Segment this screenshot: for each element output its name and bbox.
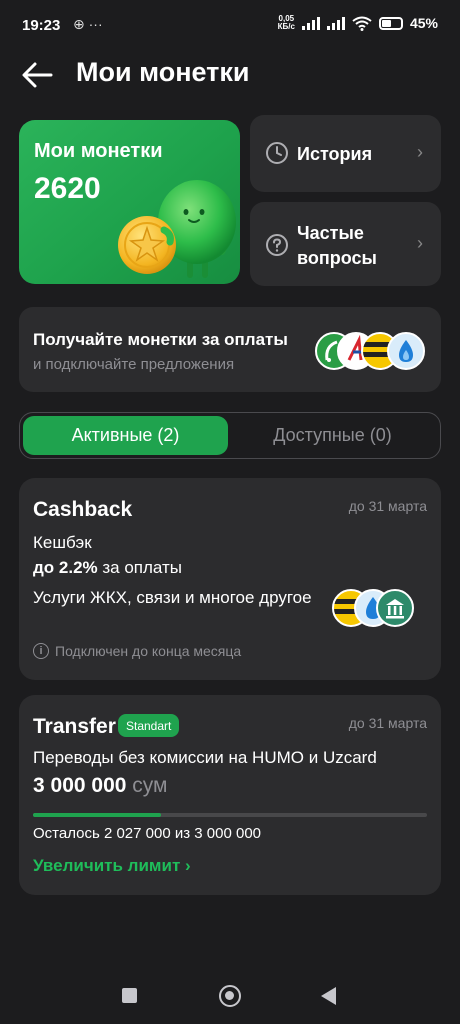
status-time: 19:23 xyxy=(22,17,61,34)
limit-progress-fill xyxy=(33,813,161,817)
mascot-coin-illustration xyxy=(118,180,236,278)
tab-active[interactable]: Активные (2) xyxy=(23,416,228,455)
history-button[interactable]: История › xyxy=(250,115,441,192)
cashback-card[interactable]: Cashback до 31 марта Кешбэк до 2.2% за о… xyxy=(19,478,441,680)
battery-percent: 45% xyxy=(409,15,438,31)
cashback-rate: до 2.2% за оплаты xyxy=(33,558,183,577)
increase-limit-link[interactable]: Увеличить лимит › xyxy=(33,856,191,876)
chevron-right-icon: › xyxy=(417,233,423,253)
chevron-right-icon: › xyxy=(185,856,191,875)
status-bar: 19:23 ⊕ ··· 0,05 КБ/с 45% xyxy=(0,0,460,50)
faq-label-line2: вопросы xyxy=(297,248,377,268)
government-building-icon xyxy=(376,589,414,627)
transfer-title: Transfer xyxy=(33,715,116,738)
history-label: История xyxy=(297,144,373,164)
tab-available[interactable]: Доступные (0) xyxy=(230,416,435,455)
transfer-amount: 3 000 000 сум xyxy=(33,774,168,797)
wifi-icon xyxy=(352,16,372,31)
back-arrow-icon[interactable] xyxy=(20,60,54,90)
limit-remaining: Осталось 2 027 000 из 3 000 000 xyxy=(33,825,262,842)
cashback-title: Cashback xyxy=(33,498,133,521)
transfer-date: до 31 марта xyxy=(348,715,427,731)
promo-subtitle: и подключайте предложения xyxy=(33,356,235,373)
header: Мои монетки xyxy=(0,50,460,100)
question-icon xyxy=(266,234,288,256)
cashback-note: i Подключен до конца месяца xyxy=(33,643,241,659)
signal-2-icon xyxy=(326,16,345,30)
tier-badge: Standart xyxy=(118,714,180,737)
home-icon[interactable] xyxy=(219,985,241,1007)
page-title: Мои монетки xyxy=(76,57,250,87)
promo-banner[interactable]: Получайте монетки за оплаты и подключайт… xyxy=(19,307,441,392)
service-logos xyxy=(332,586,420,630)
info-icon: i xyxy=(33,643,49,659)
gas-logo-icon xyxy=(387,332,425,370)
coins-value: 2620 xyxy=(34,172,101,205)
transfer-description: Переводы без комиссии на HUMO и Uzcard xyxy=(33,748,377,767)
signal-icon xyxy=(301,16,320,30)
system-nav-bar xyxy=(0,965,460,1024)
status-right: 0,05 КБ/с 45% xyxy=(277,14,438,32)
notification-icons: ⊕ ··· xyxy=(73,16,103,32)
chevron-right-icon: › xyxy=(417,142,423,162)
limit-progress-bar xyxy=(33,813,427,817)
partner-logos xyxy=(315,328,427,372)
transfer-card[interactable]: Transfer Standart до 31 марта Переводы б… xyxy=(19,695,441,895)
tabs: Активные (2) Доступные (0) xyxy=(19,412,441,459)
faq-button[interactable]: Частые вопросы › xyxy=(250,202,441,286)
faq-label-line1: Частые xyxy=(297,223,364,243)
cashback-line1: Кешбэк xyxy=(33,533,92,552)
cashback-date: до 31 марта xyxy=(348,498,427,514)
clock-icon xyxy=(266,142,288,164)
cashback-services: Услуги ЖКХ, связи и многое другое xyxy=(33,588,312,607)
battery-icon xyxy=(378,16,403,30)
coins-balance-card: Мои монетки 2620 xyxy=(19,120,240,284)
promo-title: Получайте монетки за оплаты xyxy=(33,330,288,349)
network-speed: 0,05 КБ/с xyxy=(277,14,295,31)
recents-icon[interactable] xyxy=(122,988,137,1003)
nav-back-icon[interactable] xyxy=(321,987,336,1005)
